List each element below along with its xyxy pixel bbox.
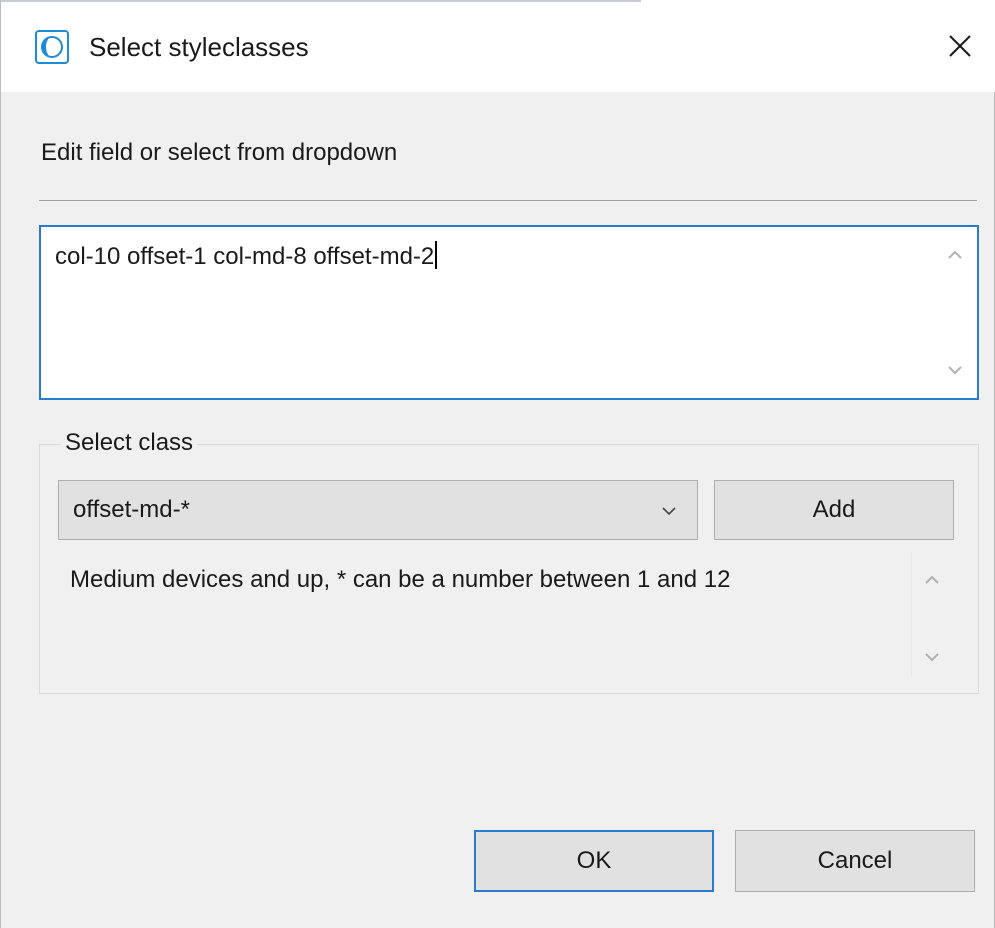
class-dropdown-value: offset-md-* <box>73 496 190 523</box>
ok-button[interactable]: OK <box>474 830 714 892</box>
class-description-area: Medium devices and up, * can be a number… <box>58 552 952 677</box>
styleclass-text-value: col-10 offset-1 col-md-8 offset-md-2 <box>55 241 438 272</box>
title-bar-top-edge <box>1 0 641 2</box>
instruction-label: Edit field or select from dropdown <box>41 139 398 166</box>
select-styleclasses-dialog: Select styleclasses Edit field or select… <box>0 0 995 928</box>
styleclass-text-field[interactable]: col-10 offset-1 col-md-8 offset-md-2 <box>39 225 979 400</box>
class-description-text: Medium devices and up, * can be a number… <box>70 566 731 593</box>
styleclass-field-scrollbar[interactable] <box>933 227 977 398</box>
chevron-down-icon <box>662 507 676 516</box>
add-button[interactable]: Add <box>714 480 954 540</box>
chevron-down-icon[interactable] <box>943 358 967 382</box>
chevron-up-icon[interactable] <box>920 568 944 592</box>
title-bar: Select styleclasses <box>1 0 995 92</box>
text-caret <box>435 241 438 269</box>
cancel-button[interactable]: Cancel <box>735 830 975 892</box>
chevron-up-icon[interactable] <box>943 243 967 267</box>
description-scrollbar[interactable] <box>911 552 952 677</box>
chevron-down-icon[interactable] <box>920 645 944 669</box>
close-icon[interactable] <box>940 26 980 66</box>
class-dropdown[interactable]: offset-md-* <box>58 480 698 540</box>
app-logo-icon <box>35 30 69 64</box>
separator <box>39 200 977 201</box>
window-title: Select styleclasses <box>89 32 309 62</box>
select-class-label: Select class <box>61 428 198 458</box>
